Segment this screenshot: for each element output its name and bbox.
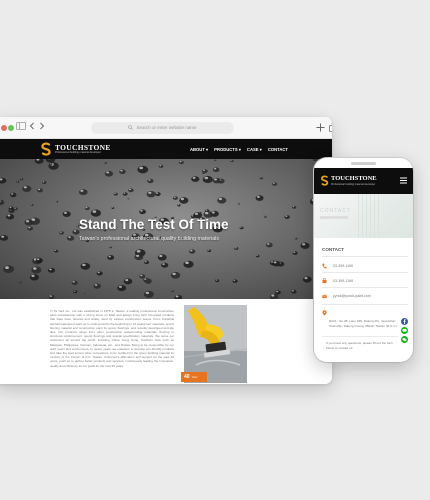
search-icon [128,125,134,131]
location-pin-icon [322,310,327,316]
contact-phone-row[interactable]: 03-399-1160 [322,262,353,270]
years-badge: 40 Years [181,372,207,382]
nav-about[interactable]: ABOUT ▾ [190,147,208,152]
mobile-banner-title: CONTACT [320,208,351,214]
browser-window: Search or enter website name TOUCHSTONE … [0,117,332,384]
contact-heading: CONTACT [322,247,345,252]
divider [322,272,408,273]
new-tab-icon[interactable] [316,123,325,132]
banner-pattern [358,194,380,238]
forward-icon[interactable] [39,122,45,130]
nav-products[interactable]: PRODUCTS ▾ [214,147,241,152]
phone-speaker [351,162,376,165]
contact-email-text: yyrok@yurok-paint.com [333,294,371,298]
mobile-brand-tagline: Professional building material developer [331,183,376,186]
mobile-header: TOUCHSTONE Professional building materia… [314,168,413,194]
about-section: Yi Ta Yard Co., Ltd was established in 1… [0,299,332,384]
line-icon[interactable] [401,327,408,334]
email-icon [322,294,327,298]
mobile-logo-mark-icon[interactable] [320,174,330,187]
divider [322,256,408,257]
site-header: TOUCHSTONE Professional building materia… [0,139,332,159]
hamburger-menu-icon[interactable] [400,177,407,184]
phone-icon [322,263,327,269]
mobile-brand-name: TOUCHSTONE [331,175,377,182]
address-bar[interactable]: Search or enter website name [91,122,234,134]
divider [322,304,408,305]
contact-form-note: If you have any questions, please fill o… [326,341,394,350]
maximize-window-button[interactable] [8,125,14,131]
close-window-button[interactable] [1,125,7,131]
contact-phone-text: 03-399-1160 [333,264,354,268]
contact-fax-text: 03-399-1166 [333,279,354,283]
facebook-icon[interactable] [401,318,408,325]
divider [322,336,398,337]
brand-tagline: Professional building material developer [55,151,101,154]
contact-fax-row[interactable]: 03-399-1166 [322,277,353,285]
back-icon[interactable] [29,122,35,130]
tabs-overview-icon[interactable] [329,123,332,132]
nav-contact[interactable]: CONTACT [268,147,288,152]
badge-unit: Years [191,376,198,379]
divider [322,287,408,288]
mobile-page-banner: CONTACT [314,194,413,238]
badge-number: 40 [184,374,190,380]
phone-mockup: TOUCHSTONE Professional building materia… [314,158,413,362]
address-placeholder: Search or enter website name [136,125,197,130]
nav-case[interactable]: CASE ▾ [247,147,262,152]
fax-icon [322,278,327,283]
contact-email-row[interactable]: yyrok@yurok-paint.com [322,292,371,300]
mobile-banner-underline [320,216,348,219]
main-nav: ABOUT ▾ PRODUCTS ▾ CASE ▾ CONTACT [190,139,288,159]
sidebar-icon[interactable] [16,122,26,130]
hero-banner: Stand The Test Of Time Taiwan's professi… [0,159,332,299]
browser-toolbar: Search or enter website name [0,117,332,139]
contact-address: R221 - No.28, Lane 999, Datong Rd., Guan… [329,319,398,328]
about-text: Yi Ta Yard Co., Ltd was established in 1… [50,309,174,368]
logo-mark-icon [41,142,51,156]
hero-title: Stand The Test Of Time [79,217,229,232]
wechat-icon[interactable] [401,336,408,343]
hero-subtitle: Taiwan's professional architectural qual… [79,236,219,242]
